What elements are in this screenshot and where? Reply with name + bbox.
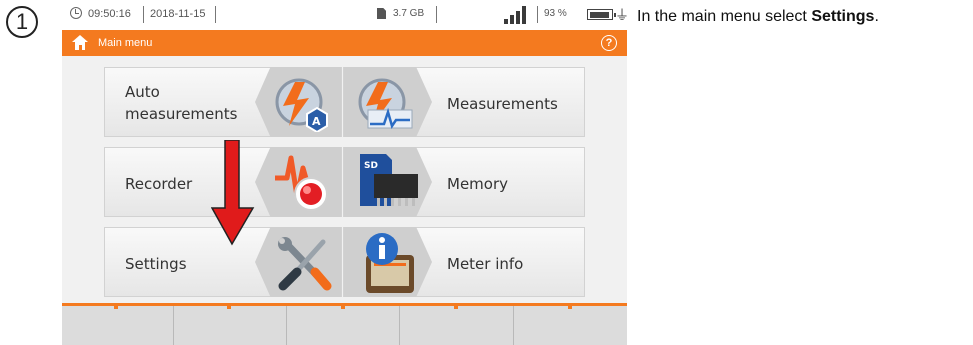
meter-info-icon <box>366 233 414 293</box>
divider <box>173 306 174 345</box>
measurement-icon <box>358 78 413 129</box>
red-arrow-annotation <box>211 140 255 246</box>
instruction-main: In the main menu select <box>637 8 807 25</box>
device-screen: 09:50:16 2018-11-15 3.7 GB 93 % ⏚ Main m… <box>62 0 627 345</box>
sd-card-icon <box>377 8 386 19</box>
plug-icon: ⏚ <box>615 7 627 23</box>
menu-label: Meter info <box>447 255 524 273</box>
status-time: 09:50:16 <box>88 8 131 20</box>
instruction-text: In the main menu select Settings. <box>637 7 967 27</box>
help-icon[interactable]: ? <box>601 35 617 51</box>
divider <box>215 6 216 23</box>
svg-text:A: A <box>312 115 321 128</box>
step-number: 1 <box>6 6 38 38</box>
instruction-suffix: . <box>874 8 879 25</box>
menu-label: Memory <box>447 175 509 193</box>
memory-icon: SD <box>360 154 418 206</box>
menu-label: Auto measurements <box>125 83 238 123</box>
divider <box>143 6 144 23</box>
divider <box>436 6 437 23</box>
battery-icon <box>587 9 616 20</box>
clock-icon <box>70 7 82 19</box>
auto-measurement-icon: A <box>275 78 328 132</box>
bottom-button-bar <box>62 303 627 345</box>
menu-tile-auto-measurements[interactable]: Auto measurements A <box>104 67 342 137</box>
settings-tools-icon <box>278 237 332 291</box>
menu-label: Measurements <box>447 95 558 113</box>
divider <box>513 306 514 345</box>
home-icon[interactable] <box>72 35 88 50</box>
menu-tile-meter-info[interactable]: Meter info <box>343 227 585 297</box>
title-bar: Main menu ? <box>62 30 627 56</box>
menu-tile-memory[interactable]: SD Memory <box>343 147 585 217</box>
menu-label: Settings <box>125 255 187 273</box>
menu-label: Recorder <box>125 175 193 193</box>
instruction-target: Settings <box>811 8 875 25</box>
page-title: Main menu <box>98 37 153 49</box>
divider <box>537 6 538 23</box>
svg-text:SD: SD <box>364 161 378 171</box>
recorder-icon <box>275 155 328 211</box>
storage-size: 3.7 GB <box>393 8 425 19</box>
status-date: 2018-11-15 <box>150 8 206 20</box>
status-bar: 09:50:16 2018-11-15 3.7 GB 93 % ⏚ <box>62 0 627 30</box>
battery-percent: 93 % <box>544 8 567 19</box>
menu-tile-measurements[interactable]: Measurements <box>343 67 585 137</box>
divider <box>399 306 400 345</box>
divider <box>286 306 287 345</box>
signal-icon <box>504 6 530 24</box>
